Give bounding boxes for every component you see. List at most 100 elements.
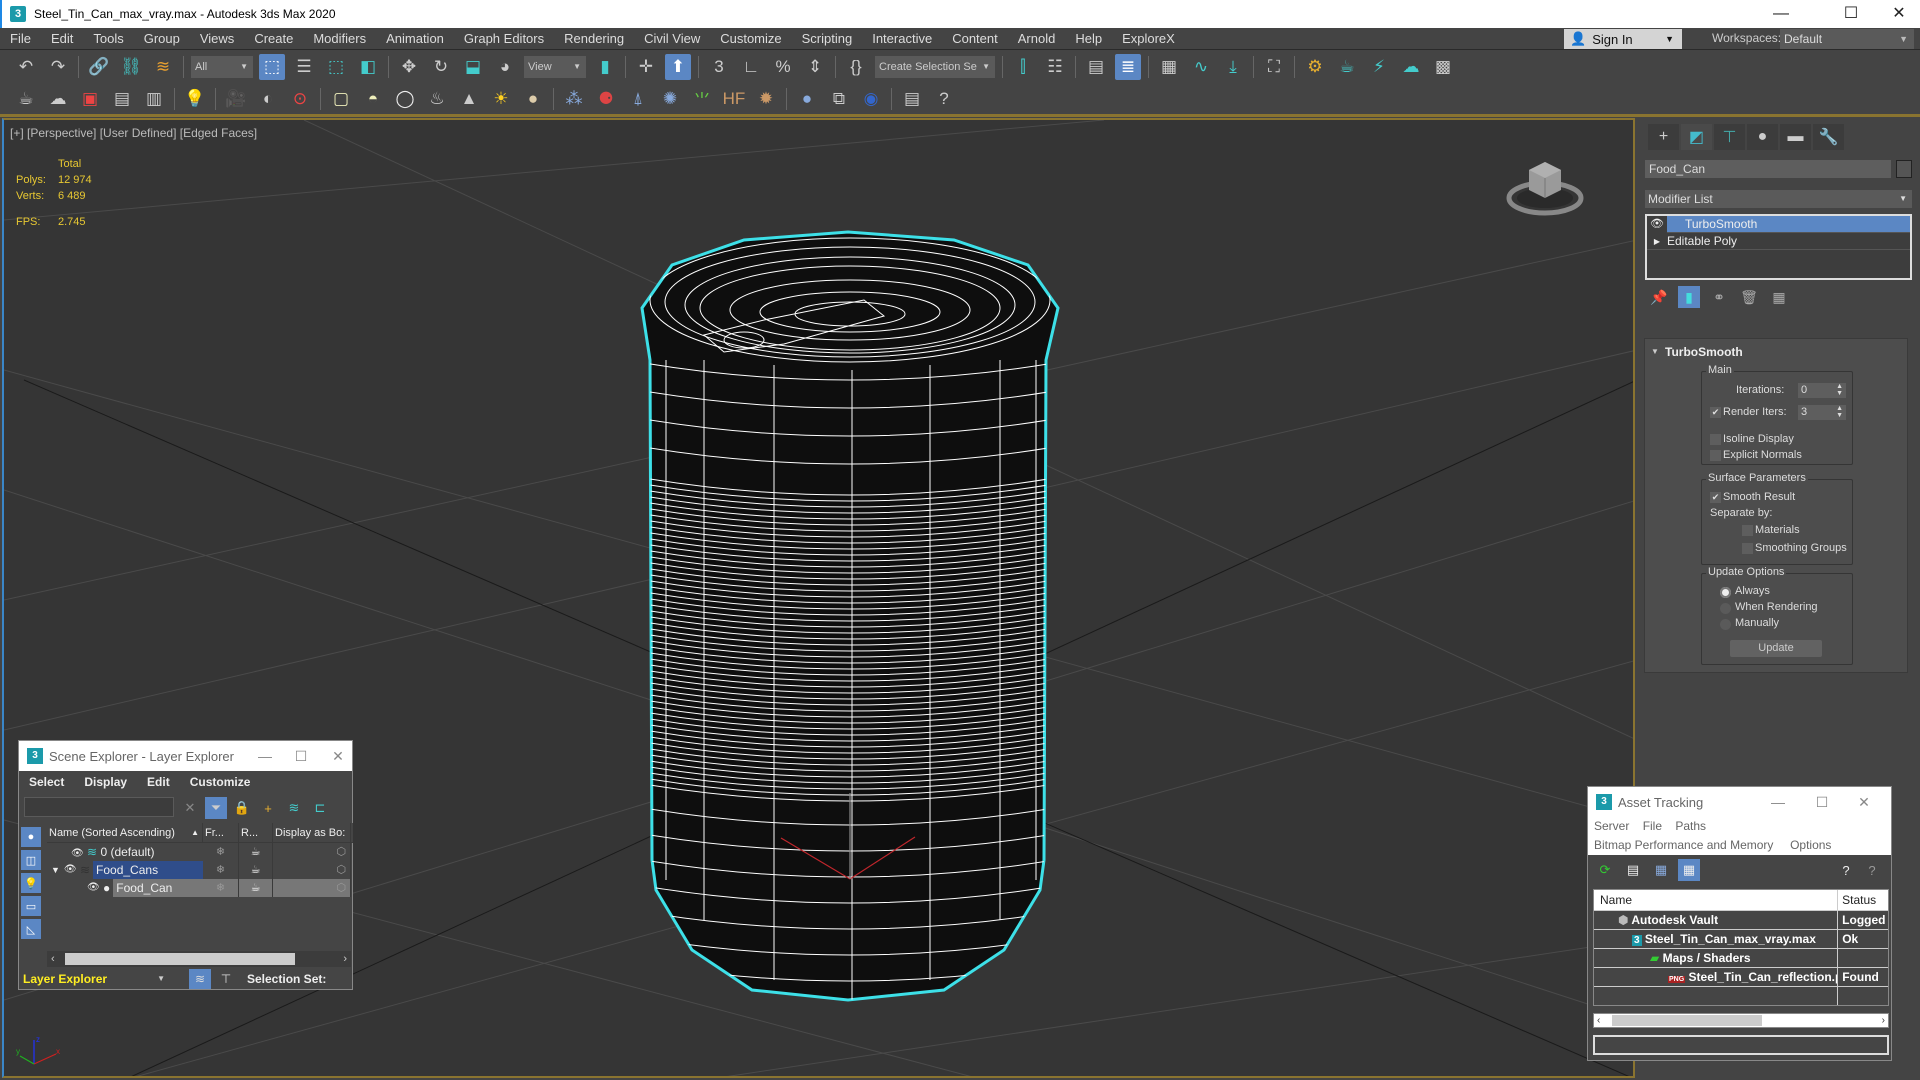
- materials-checkbox[interactable]: [1742, 525, 1753, 536]
- asset-menu-file[interactable]: File: [1643, 819, 1662, 833]
- utilities-tab[interactable]: 🔧: [1813, 124, 1844, 150]
- teapot-icon[interactable]: ☕: [13, 86, 39, 112]
- ribbon-icon[interactable]: ▦: [1156, 54, 1182, 80]
- menu-help[interactable]: Help: [1065, 28, 1112, 50]
- render-cloud-icon[interactable]: ☁: [1398, 54, 1424, 80]
- render-icon[interactable]: ⚡: [1366, 54, 1392, 80]
- configure-modifier-sets-icon[interactable]: ▦: [1768, 286, 1790, 308]
- menu-tools[interactable]: Tools: [83, 28, 133, 50]
- asset-menu-paths[interactable]: Paths: [1675, 819, 1706, 833]
- particle-icon[interactable]: ✺: [657, 86, 683, 112]
- scroll-left-icon[interactable]: ‹: [1597, 1014, 1600, 1027]
- ref-coord-dropdown[interactable]: View ▼: [524, 56, 586, 78]
- displacement-icon[interactable]: ⚈: [593, 86, 619, 112]
- workspaces-select[interactable]: Default ▼: [1780, 29, 1914, 49]
- help-disabled-icon[interactable]: ?: [1861, 859, 1883, 881]
- update-button[interactable]: Update: [1730, 640, 1822, 657]
- motion-tab[interactable]: ●: [1747, 124, 1778, 150]
- box-icon[interactable]: ⬡: [273, 843, 351, 861]
- pivot-icon[interactable]: ▮: [592, 54, 618, 80]
- menu-rendering[interactable]: Rendering: [554, 28, 634, 50]
- named-selection-dropdown[interactable]: Create Selection Se ▼: [875, 56, 995, 78]
- scene-explorer-search-input[interactable]: [24, 797, 174, 817]
- filter-icon[interactable]: ⏷: [205, 797, 227, 819]
- asset-row[interactable]: 3 Steel_Tin_Can_max_vray.max Ok: [1594, 929, 1888, 948]
- box-icon[interactable]: ⬡: [273, 879, 351, 897]
- vr-camera-icon[interactable]: ⊙: [287, 86, 313, 112]
- ambient-light-icon[interactable]: ●: [520, 86, 546, 112]
- render-setup-icon[interactable]: ☕: [1334, 54, 1360, 80]
- select-object-icon[interactable]: ⬚: [259, 54, 285, 80]
- box-icon[interactable]: ⬡: [273, 861, 351, 879]
- physical-camera-icon[interactable]: ◐: [255, 86, 281, 112]
- env-fog-icon[interactable]: ⍋: [625, 86, 651, 112]
- thumbnail-view-icon[interactable]: ▦: [1650, 859, 1672, 881]
- placement-icon[interactable]: ◕: [492, 54, 518, 80]
- lights-filter-icon[interactable]: 💡: [21, 873, 41, 893]
- menu-interactive[interactable]: Interactive: [862, 28, 942, 50]
- asset-menu-bitmap-performance[interactable]: Bitmap Performance and Memory: [1594, 838, 1773, 852]
- light-lister-icon[interactable]: 💡: [182, 86, 208, 112]
- link-icon[interactable]: 🔗: [86, 54, 112, 80]
- vault-help-icon[interactable]: ?: [1835, 859, 1857, 881]
- isoline-display-checkbox[interactable]: [1710, 434, 1721, 445]
- spinner-arrows-icon[interactable]: ▲ ▼: [1836, 383, 1843, 397]
- object-name-field[interactable]: Food_Can: [1645, 160, 1891, 178]
- maximize-button[interactable]: ☐: [1828, 0, 1874, 28]
- layer-explorer-icon[interactable]: ≣: [1115, 54, 1141, 80]
- keyboard-shortcut-override-icon[interactable]: ⬆: [665, 54, 691, 80]
- scroll-left-icon[interactable]: ‹: [51, 953, 55, 965]
- freeze-icon[interactable]: ❄: [203, 843, 239, 861]
- clear-search-icon[interactable]: ✕: [179, 797, 201, 819]
- column-name[interactable]: Name (Sorted Ascending) ▲: [47, 823, 203, 842]
- menu-scripting[interactable]: Scripting: [792, 28, 863, 50]
- hierarchy-tab[interactable]: ⊤: [1714, 124, 1745, 150]
- scroll-right-icon[interactable]: ›: [1882, 1014, 1885, 1027]
- asset-tracking-titlebar[interactable]: 3 Asset Tracking — ☐ ✕: [1588, 787, 1891, 817]
- hierarchy-mode-icon[interactable]: ⊤: [215, 969, 237, 989]
- modify-tab[interactable]: ◩: [1681, 124, 1712, 150]
- manually-radio[interactable]: [1720, 619, 1731, 630]
- viewcube-icon[interactable]: [1505, 150, 1585, 220]
- always-radio[interactable]: [1720, 587, 1731, 598]
- hair-farm-icon[interactable]: HF: [721, 86, 747, 112]
- select-by-name-icon[interactable]: ☰: [291, 54, 317, 80]
- eye-icon[interactable]: 👁: [1647, 215, 1667, 233]
- add-to-layer-icon[interactable]: ≋: [283, 797, 305, 819]
- asset-menu-server[interactable]: Server: [1594, 819, 1629, 833]
- asset-hscrollbar[interactable]: ‹ ›: [1593, 1013, 1889, 1028]
- proxy-icon[interactable]: ⁂: [561, 86, 587, 112]
- minimize-button[interactable]: —: [1758, 0, 1804, 28]
- asset-row[interactable]: PNG Steel_Tin_Can_reflection.png Found: [1594, 967, 1888, 986]
- menu-edit[interactable]: Edit: [41, 28, 83, 50]
- move-icon[interactable]: ✥: [396, 54, 422, 80]
- create-tab[interactable]: +: [1648, 124, 1679, 150]
- render-frame-icon[interactable]: ▣: [77, 86, 103, 112]
- scene-explorer-icon[interactable]: ▤: [1083, 54, 1109, 80]
- show-end-result-icon[interactable]: ▮: [1678, 286, 1700, 308]
- layer-row-default[interactable]: 👁 ≋ 0 (default) ❄ ☕ ⬡: [47, 843, 353, 861]
- properties-icon[interactable]: ▤: [109, 86, 135, 112]
- menu-arnold[interactable]: Arnold: [1008, 28, 1066, 50]
- plane-light-icon[interactable]: ▢: [328, 86, 354, 112]
- stack-item-editable-poly[interactable]: ▶ Editable Poly: [1647, 233, 1910, 250]
- cameras-filter-icon[interactable]: ▭: [21, 896, 41, 916]
- explorer-mode-dropdown[interactable]: Layer Explorer ▼: [19, 969, 169, 989]
- table-view-icon[interactable]: ▦: [1678, 859, 1700, 881]
- redo-icon[interactable]: ↷: [45, 54, 71, 80]
- geometry-filter-icon[interactable]: ●: [21, 827, 41, 847]
- dope-sheet-icon[interactable]: ⤓: [1220, 54, 1246, 80]
- minimize-button[interactable]: —: [251, 741, 279, 771]
- rollout-title[interactable]: TurboSmooth: [1665, 345, 1743, 359]
- unlink-icon[interactable]: ⛓: [118, 54, 144, 80]
- help-icon[interactable]: ?: [931, 86, 957, 112]
- edit-named-sel-icon[interactable]: {}: [843, 54, 869, 80]
- shapes-filter-icon[interactable]: ◫: [21, 850, 41, 870]
- cloud-icon[interactable]: ☁: [45, 86, 71, 112]
- se-menu-display[interactable]: Display: [74, 775, 137, 789]
- select-manipulate-icon[interactable]: ✛: [633, 54, 659, 80]
- menu-views[interactable]: Views: [190, 28, 244, 50]
- object-row-food-can[interactable]: 👁 ● Food_Can ❄ ☕ ⬡: [47, 879, 353, 897]
- camera-icon[interactable]: 🎥: [223, 86, 249, 112]
- window-crossing-icon[interactable]: ◧: [355, 54, 381, 80]
